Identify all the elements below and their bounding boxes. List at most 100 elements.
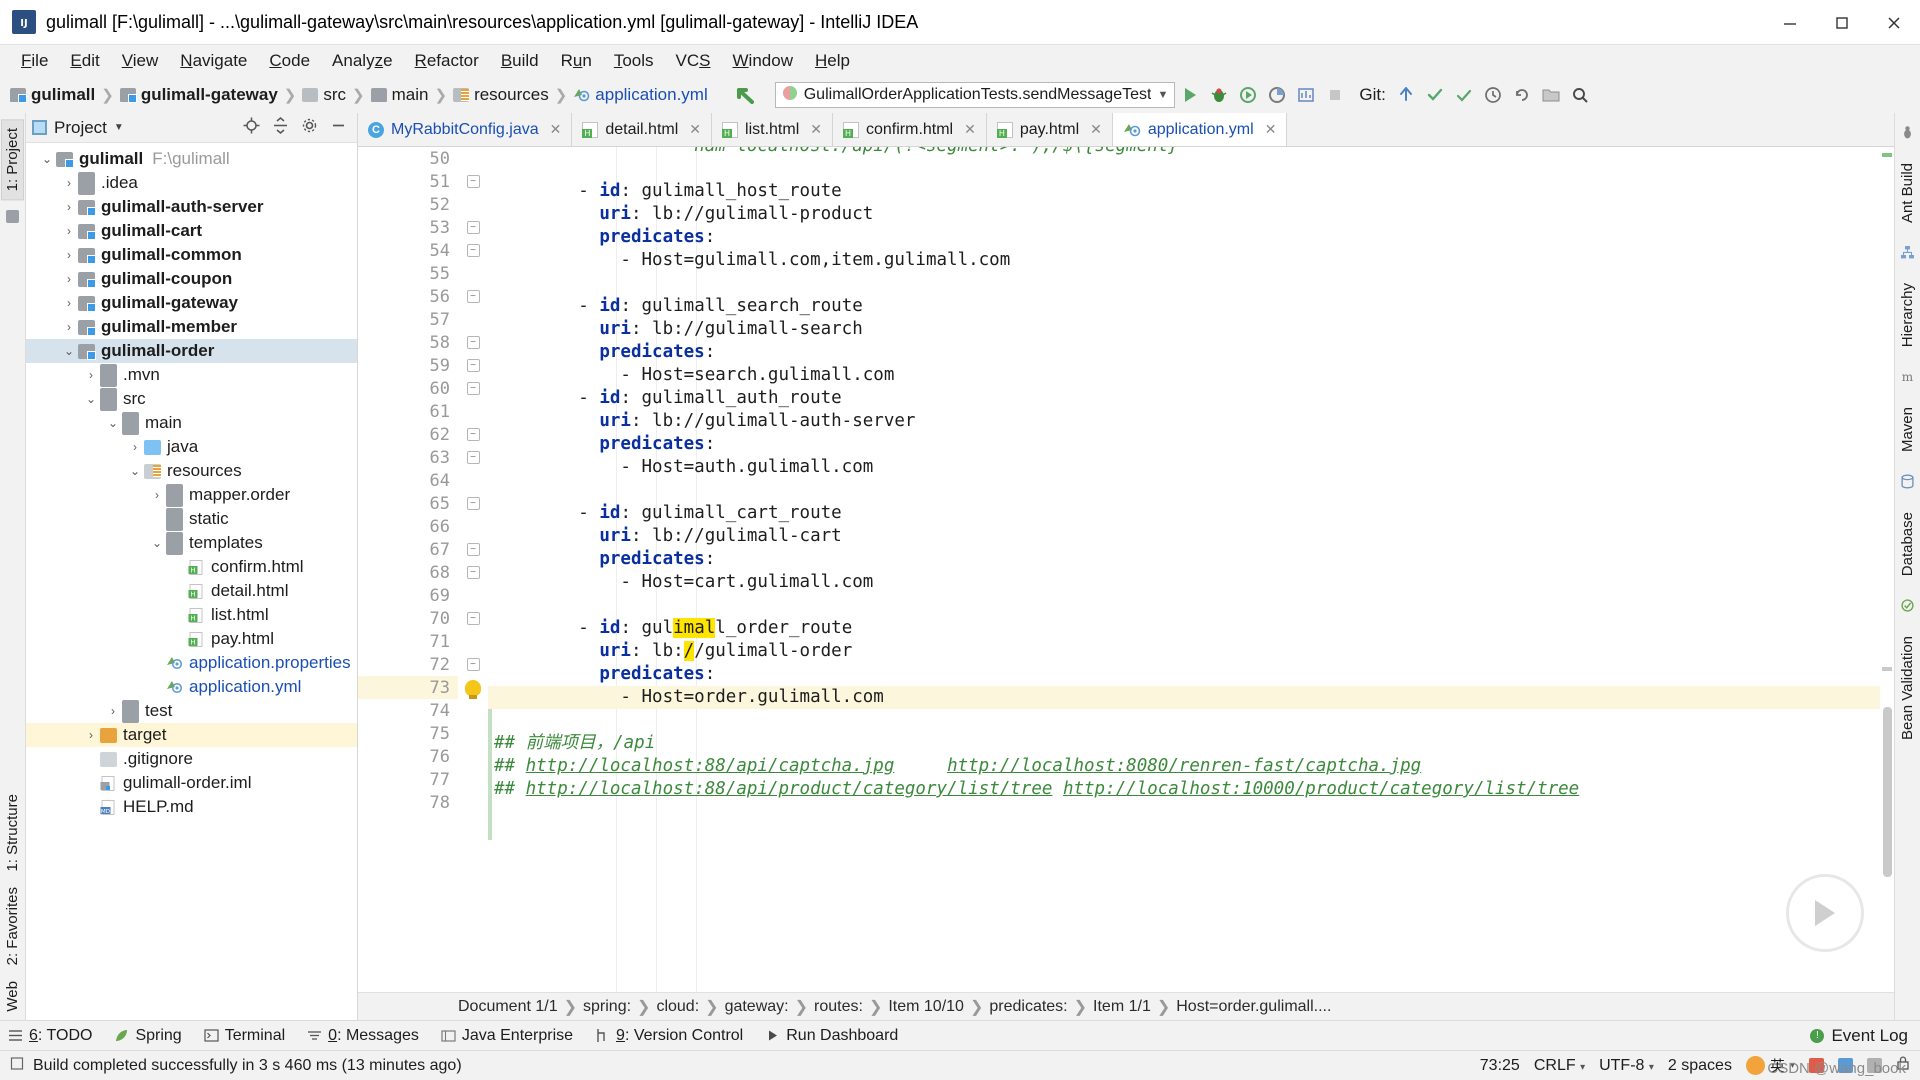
fold-toggle[interactable]: −: [458, 377, 488, 400]
menu-refactor[interactable]: Refactor: [404, 48, 490, 74]
tree-expand-arrow[interactable]: ›: [60, 248, 78, 262]
close-icon[interactable]: ✕: [810, 121, 822, 138]
menu-window[interactable]: Window: [722, 48, 804, 74]
fold-toggle[interactable]: −: [458, 561, 488, 584]
event-log-label[interactable]: Event Log: [1831, 1026, 1908, 1046]
tree-node-gulimall-coupon[interactable]: › gulimall-coupon: [26, 267, 357, 291]
tree-node-static[interactable]: static: [26, 507, 357, 531]
collapse-all-icon[interactable]: [272, 116, 289, 139]
tree-expand-arrow[interactable]: ⌄: [104, 416, 122, 430]
collapse-icon[interactable]: −: [466, 658, 480, 671]
tree-node-main[interactable]: ⌄ main: [26, 411, 357, 435]
code-line[interactable]: predicates:: [488, 433, 1894, 456]
line-separator[interactable]: CRLF ▾: [1534, 1057, 1585, 1075]
tool-window-maven[interactable]: Maven: [1897, 399, 1918, 460]
tree-expand-arrow[interactable]: ›: [60, 200, 78, 214]
tab-application-yml[interactable]: application.yml ✕: [1112, 113, 1288, 146]
tree-node--idea[interactable]: › .idea: [26, 171, 357, 195]
code-line[interactable]: uri: lb://gulimall-order: [488, 640, 1894, 663]
breadcrumb-routes[interactable]: routes:: [814, 998, 863, 1016]
tree-node-mapper-order[interactable]: › mapper.order: [26, 483, 357, 507]
attach-profiler-button[interactable]: [1291, 81, 1320, 110]
tool-window-hierarchy[interactable]: Hierarchy: [1897, 275, 1918, 355]
code-line[interactable]: predicates:: [488, 548, 1894, 571]
intention-bulb-icon[interactable]: [465, 679, 481, 699]
code-line[interactable]: uri: lb://gulimall-auth-server: [488, 410, 1894, 433]
collapse-icon[interactable]: −: [466, 451, 480, 464]
run-with-coverage-button[interactable]: [1233, 81, 1262, 110]
tree-expand-arrow[interactable]: ⌄: [148, 536, 166, 550]
tree-expand-arrow[interactable]: ›: [82, 728, 100, 742]
code-content[interactable]: nam-localhost:/api/(?<segment>.*),/$\{se…: [488, 147, 1894, 992]
run-configuration-selector[interactable]: GulimallOrderApplicationTests.sendMessag…: [774, 82, 1176, 108]
code-line[interactable]: - Host=auth.gulimall.com: [488, 456, 1894, 479]
fold-toggle[interactable]: −: [458, 331, 488, 354]
code-line[interactable]: [488, 157, 1894, 180]
tool-window-ant-build[interactable]: Ant Build: [1897, 155, 1918, 231]
tree-node-gulimall-common[interactable]: › gulimall-common: [26, 243, 357, 267]
tool-window-project[interactable]: 1: Project: [1, 119, 24, 201]
tree-node-gulimall-gateway[interactable]: › gulimall-gateway: [26, 291, 357, 315]
tool-messages[interactable]: 0: Messages: [307, 1027, 419, 1045]
tree-expand-arrow[interactable]: ›: [82, 368, 100, 382]
fold-toggle[interactable]: −: [458, 538, 488, 561]
code-line[interactable]: - id: gulimall_host_route: [488, 180, 1894, 203]
fold-toggle[interactable]: −: [458, 607, 488, 630]
tree-node-gulimall-order-iml[interactable]: gulimall-order.iml: [26, 771, 357, 795]
fold-toggle[interactable]: −: [458, 653, 488, 676]
collapse-icon[interactable]: −: [466, 428, 480, 441]
menu-code[interactable]: Code: [258, 48, 321, 74]
tree-expand-arrow[interactable]: ›: [60, 320, 78, 334]
tree-node-detail-html[interactable]: Hdetail.html: [26, 579, 357, 603]
breadcrumb-application-yml[interactable]: application.yml: [569, 85, 711, 105]
tree-node-gulimall-cart[interactable]: › gulimall-cart: [26, 219, 357, 243]
breadcrumb-gateway[interactable]: gateway:: [725, 998, 789, 1016]
gear-icon[interactable]: [301, 117, 318, 139]
git-push-icon[interactable]: [1450, 81, 1479, 110]
tool-todo[interactable]: 6: TODO: [8, 1027, 92, 1045]
menu-vcs[interactable]: VCS: [665, 48, 722, 74]
tree-node-gulimall-order[interactable]: ⌄ gulimall-order: [26, 339, 357, 363]
tree-expand-arrow[interactable]: ›: [104, 704, 122, 718]
tab-pay-html[interactable]: pay.html ✕: [986, 113, 1113, 146]
menu-run[interactable]: Run: [550, 48, 603, 74]
tool-run-dashboard[interactable]: Run Dashboard: [765, 1027, 898, 1045]
breadcrumb-item-10[interactable]: Item 10/10: [888, 998, 964, 1016]
tool-terminal[interactable]: Terminal: [204, 1027, 285, 1045]
menu-navigate[interactable]: Navigate: [169, 48, 258, 74]
breadcrumb-item-1[interactable]: Item 1/1: [1093, 998, 1151, 1016]
fold-toggle[interactable]: −: [458, 446, 488, 469]
code-line[interactable]: [488, 801, 1894, 824]
collapse-icon[interactable]: −: [466, 290, 480, 303]
tree-expand-arrow[interactable]: ⌄: [82, 392, 100, 406]
code-line[interactable]: uri: lb://gulimall-cart: [488, 525, 1894, 548]
chevron-down-icon[interactable]: ▼: [114, 122, 124, 133]
code-line[interactable]: [488, 709, 1894, 732]
collapse-icon[interactable]: −: [466, 497, 480, 510]
collapse-icon[interactable]: −: [466, 382, 480, 395]
fold-toggle[interactable]: −: [458, 492, 488, 515]
close-icon[interactable]: ✕: [550, 121, 562, 138]
code-line[interactable]: predicates:: [488, 341, 1894, 364]
tree-node-application-properties[interactable]: application.properties: [26, 651, 357, 675]
tree-node-target[interactable]: › target: [26, 723, 357, 747]
tool-window-structure[interactable]: 1: Structure: [2, 786, 23, 880]
tab-myrabbitconfig-java[interactable]: C MyRabbitConfig.java ✕: [358, 113, 573, 146]
breadcrumb-gulimall-gateway[interactable]: gulimall-gateway: [116, 85, 282, 105]
tree-node-list-html[interactable]: Hlist.html: [26, 603, 357, 627]
tree-node-application-yml[interactable]: application.yml: [26, 675, 357, 699]
tab-detail-html[interactable]: detail.html ✕: [572, 113, 713, 146]
tree-node-gulimall[interactable]: ⌄ gulimall F:\gulimall: [26, 147, 357, 171]
git-revert-icon[interactable]: [1508, 81, 1537, 110]
fold-gutter[interactable]: − − − − − − − − − − − − − −: [458, 147, 488, 992]
code-line[interactable]: - id: gulimall_order_route: [488, 617, 1894, 640]
tree-node-pay-html[interactable]: Hpay.html: [26, 627, 357, 651]
close-icon[interactable]: ✕: [689, 121, 701, 138]
collapse-icon[interactable]: −: [466, 359, 480, 372]
tool-window-favorites[interactable]: 2: Favorites: [2, 879, 23, 973]
tree-node-java[interactable]: › java: [26, 435, 357, 459]
tree-expand-arrow[interactable]: ›: [60, 176, 78, 190]
collapse-icon[interactable]: −: [466, 336, 480, 349]
menu-help[interactable]: Help: [804, 48, 861, 74]
git-commit-icon[interactable]: [1421, 81, 1450, 110]
